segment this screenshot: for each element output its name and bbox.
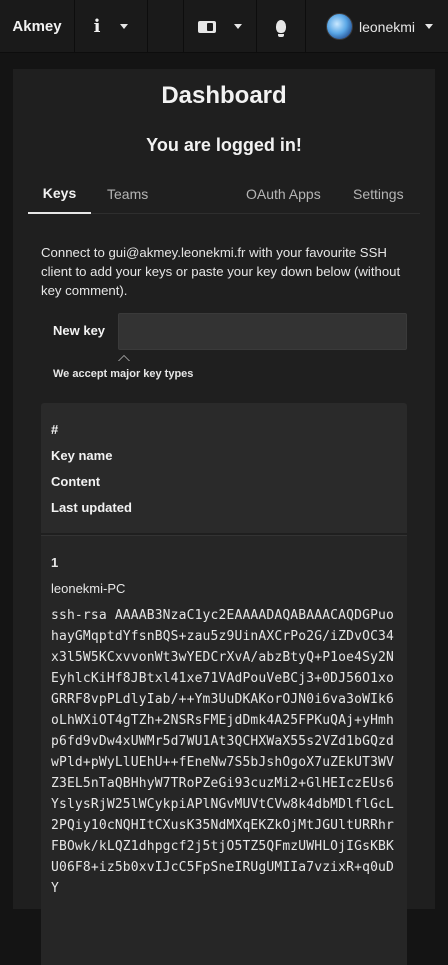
user-name: leonekmi: [359, 18, 416, 35]
theme-toggle-button[interactable]: [257, 0, 305, 53]
info-icon: i: [93, 16, 101, 37]
dashboard-card: Dashboard You are logged in! Keys Teams …: [13, 69, 435, 965]
page-title: Dashboard: [161, 82, 287, 109]
brand-link[interactable]: Akmey: [0, 0, 74, 53]
keys-table: # Key name Content Last updated 1 leonek…: [41, 403, 407, 965]
tab-settings[interactable]: Settings: [353, 174, 404, 214]
tab-oauth-apps[interactable]: OAuth Apps: [246, 174, 321, 214]
caret-down-icon: [234, 24, 242, 29]
row-key-name: leonekmi-PC: [51, 581, 126, 596]
ssh-instructions: Connect to gui@akmey.leonekmi.fr with yo…: [41, 245, 401, 298]
header-key-name: Key name: [51, 448, 113, 463]
caret-down-icon: [120, 24, 129, 29]
language-menu-button[interactable]: [184, 0, 256, 53]
login-status: You are logged in!: [146, 135, 302, 155]
nav-divider: [305, 0, 306, 53]
table-header: # Key name Content Last updated: [41, 403, 407, 533]
table-row: 1 leonekmi-PC ssh-rsa AAAAB3NzaC1yc2EAAA…: [41, 535, 407, 965]
row-key-content: ssh-rsa AAAAB3NzaC1yc2EAAAADAQABAAACAQDG…: [51, 608, 394, 896]
header-content: Content: [51, 474, 101, 489]
translate-icon: [198, 20, 216, 33]
nav-divider: [147, 0, 148, 53]
tab-keys[interactable]: Keys: [28, 174, 91, 214]
header-index: #: [51, 422, 59, 437]
dashboard-tabs: Keys Teams OAuth Apps Settings: [28, 174, 420, 214]
key-types-hint: We accept major key types: [53, 368, 194, 380]
caret-down-icon: [425, 24, 434, 29]
lightbulb-icon: [276, 20, 286, 37]
user-menu-button[interactable]: leonekmi: [326, 0, 448, 53]
avatar: [326, 13, 353, 40]
header-last-updated: Last updated: [51, 500, 132, 515]
tab-teams[interactable]: Teams: [107, 174, 148, 214]
top-navbar: Akmey i leonekmi: [0, 0, 448, 53]
row-index: 1: [51, 555, 59, 570]
new-key-input[interactable]: [118, 313, 407, 350]
info-menu-button[interactable]: i: [75, 0, 147, 53]
new-key-label: New key: [53, 323, 106, 338]
hint-arrow: [118, 355, 130, 361]
